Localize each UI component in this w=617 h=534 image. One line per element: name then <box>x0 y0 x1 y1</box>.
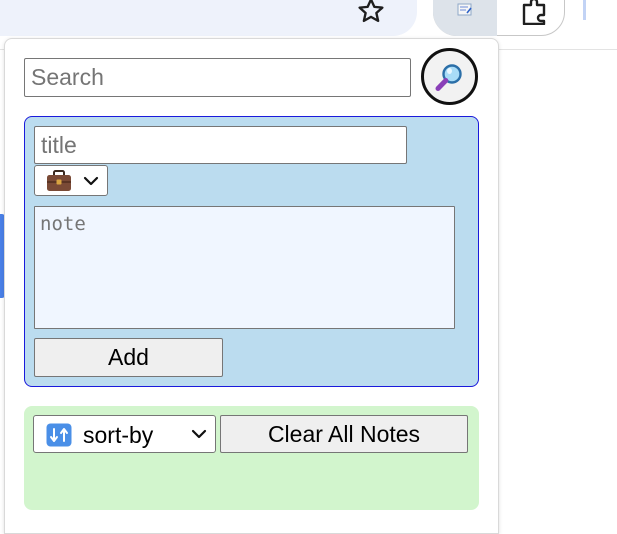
briefcase-icon <box>47 169 71 191</box>
active-extension-button[interactable] <box>433 0 497 36</box>
chevron-down-icon <box>83 176 99 186</box>
toolbar-separator <box>583 0 586 20</box>
sort-by-select[interactable]: sort-by <box>33 415 216 453</box>
notes-extension-popup: Add sort-by Clear All Notes <box>4 38 499 534</box>
sort-controls-panel: sort-by Clear All Notes <box>24 406 479 510</box>
bookmark-star-icon[interactable] <box>354 0 388 23</box>
magnifying-glass-icon <box>435 63 462 91</box>
sort-by-label: sort-by <box>83 422 154 448</box>
search-input[interactable] <box>24 58 411 97</box>
add-button[interactable]: Add <box>34 338 223 377</box>
clear-all-notes-button[interactable]: Clear All Notes <box>220 415 468 453</box>
chevron-down-icon <box>191 429 207 439</box>
extensions-puzzle-icon[interactable] <box>514 0 554 25</box>
notepad-icon <box>457 3 472 16</box>
clockwise-arrows-icon <box>46 423 72 447</box>
add-note-panel: Add <box>24 116 479 387</box>
category-select[interactable] <box>34 165 108 196</box>
note-textarea[interactable] <box>34 206 455 329</box>
title-input[interactable] <box>34 126 407 164</box>
search-button[interactable] <box>421 48 478 105</box>
